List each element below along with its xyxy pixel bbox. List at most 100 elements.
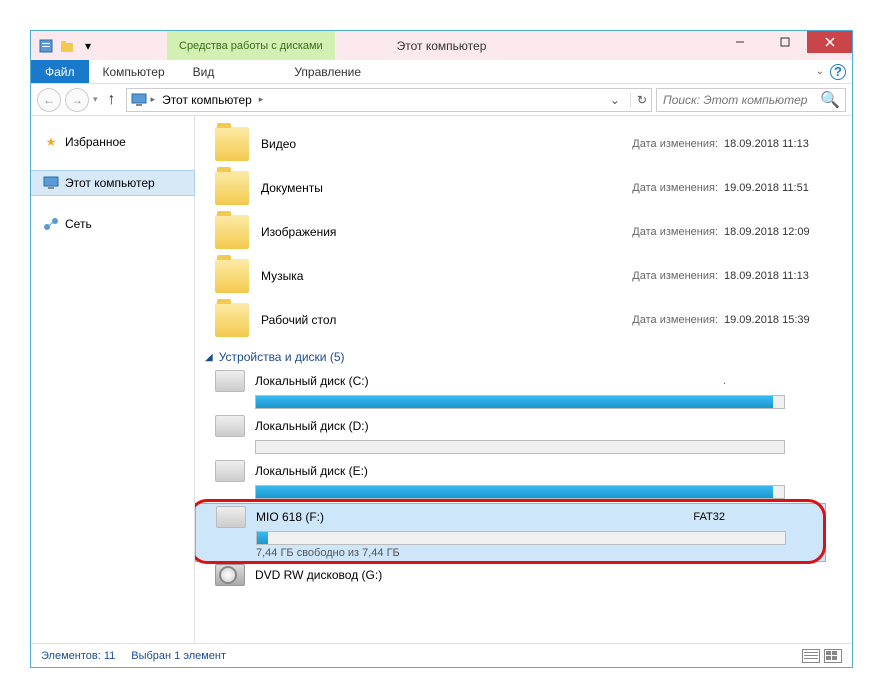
drive-row[interactable]: Локальный диск (D:) [195,413,826,458]
drive-capacity-fill [256,396,773,408]
qat-dropdown-icon[interactable]: ▾ [79,37,97,55]
new-folder-icon[interactable] [58,37,76,55]
folder-meta-label: Дата изменения: [632,226,718,238]
drive-row[interactable]: MIO 618 (F:) FAT32 7,44 ГБ свободно из 7… [195,503,826,562]
maximize-button[interactable] [762,31,807,53]
search-icon[interactable]: 🔍 [820,90,840,110]
statusbar: Элементов: 11 Выбран 1 элемент [31,643,852,667]
content-pane[interactable]: Видео Дата изменения: 18.09.2018 11:13 Д… [195,116,852,643]
dvd-drive-icon [215,564,245,586]
folder-meta-label: Дата изменения: [632,138,718,150]
close-button[interactable] [807,31,852,53]
drive-free-text: 7,44 ГБ свободно из 7,44 ГБ [256,547,825,559]
folder-name: Видео [261,137,561,151]
folder-icon [215,127,249,161]
drive-capacity-bar [256,531,786,545]
sidebar-label: Избранное [65,135,126,149]
view-menu[interactable]: Вид [179,60,229,83]
star-icon: ★ [43,134,59,150]
chevron-right-icon[interactable]: ▸ [151,94,156,105]
menubar: Файл Компьютер Вид Управление ⌄ ? [31,60,852,84]
folder-meta-label: Дата изменения: [632,182,718,194]
window-controls [717,31,852,53]
help-icon[interactable]: ? [830,64,846,80]
properties-icon[interactable] [37,37,55,55]
drive-icon [216,506,246,528]
drive-icon [215,370,245,392]
drive-icon [215,415,245,437]
sidebar: ★ Избранное Этот компьютер Сеть [31,116,195,643]
file-menu[interactable]: Файл [31,60,89,83]
drive-name: DVD RW дисковод (G:) [255,568,382,582]
addr-dropdown-icon[interactable]: ⌄ [610,93,620,107]
drive-capacity-fill [256,486,773,498]
quick-access-toolbar: ▾ [37,37,97,55]
folder-row[interactable]: Музыка Дата изменения: 18.09.2018 11:13 [195,254,834,298]
drive-dot: . [723,375,726,387]
drive-name: Локальный диск (C:) [255,374,369,388]
folder-meta-value: 19.09.2018 11:51 [724,182,834,194]
folder-meta-value: 18.09.2018 11:13 [724,138,834,150]
computer-menu[interactable]: Компьютер [89,60,179,83]
drive-name: Локальный диск (D:) [255,419,369,433]
sidebar-item-favorites[interactable]: ★ Избранное [31,130,194,154]
drive-capacity-fill [257,532,268,544]
folder-meta-label: Дата изменения: [632,314,718,326]
history-dropdown-icon[interactable]: ▾ [93,94,98,105]
folder-meta-value: 19.09.2018 15:39 [724,314,834,326]
folder-name: Документы [261,181,561,195]
folder-row[interactable]: Видео Дата изменения: 18.09.2018 11:13 [195,122,834,166]
sidebar-item-this-pc[interactable]: Этот компьютер [31,170,195,196]
breadcrumb-this-pc[interactable]: Этот компьютер [159,93,255,107]
navbar: ← → ▾ ↑ ▸ Этот компьютер ▸ ⌄ ↻ 🔍 [31,84,852,116]
drive-capacity-bar [255,440,785,454]
drive-filesystem: FAT32 [693,511,725,523]
drive-name: MIO 618 (F:) [256,510,324,524]
search-input[interactable] [663,93,820,107]
folder-row[interactable]: Документы Дата изменения: 19.09.2018 11:… [195,166,834,210]
ribbon-expand-icon[interactable]: ⌄ [816,66,824,77]
folder-name: Изображения [261,225,561,239]
sidebar-label: Этот компьютер [65,176,155,190]
folder-meta-label: Дата изменения: [632,270,718,282]
body: ★ Избранное Этот компьютер Сеть Видео Да… [31,116,852,643]
drive-row[interactable]: Локальный диск (E:) [195,458,826,503]
status-selection: Выбран 1 элемент [131,650,226,662]
forward-button[interactable]: → [65,88,89,112]
group-header-devices[interactable]: ◢ Устройства и диски (5) [205,350,834,364]
sidebar-label: Сеть [65,217,92,231]
folder-meta-value: 18.09.2018 12:09 [724,226,834,238]
chevron-right-icon[interactable]: ▸ [259,94,264,105]
drive-row[interactable]: Локальный диск (C:) . [195,368,826,413]
view-tiles-icon[interactable] [824,649,842,663]
back-button[interactable]: ← [37,88,61,112]
search-box[interactable]: 🔍 [656,88,846,112]
up-button[interactable]: ↑ [102,90,122,110]
window-title: Этот компьютер [397,39,487,53]
folder-row[interactable]: Изображения Дата изменения: 18.09.2018 1… [195,210,834,254]
pc-icon [43,175,59,191]
caret-down-icon[interactable]: ◢ [205,352,213,363]
manage-tab[interactable]: Управление [270,60,385,83]
folder-icon [215,303,249,337]
refresh-icon[interactable]: ↻ [630,93,647,107]
folder-meta-value: 18.09.2018 11:13 [724,270,834,282]
network-icon [43,216,59,232]
sidebar-item-network[interactable]: Сеть [31,212,194,236]
view-details-icon[interactable] [802,649,820,663]
drive-icon [215,460,245,482]
drive-name: Локальный диск (E:) [255,464,368,478]
minimize-button[interactable] [717,31,762,53]
drive-capacity-bar [255,485,785,499]
titlebar[interactable]: ▾ Средства работы с дисками Этот компьют… [31,31,852,60]
drive-capacity-bar [255,395,785,409]
folder-icon [215,215,249,249]
folder-icon [215,259,249,293]
drive-row[interactable]: DVD RW дисковод (G:) [195,562,826,588]
explorer-window: ▾ Средства работы с дисками Этот компьют… [30,30,853,668]
folder-icon [215,171,249,205]
address-bar[interactable]: ▸ Этот компьютер ▸ ⌄ ↻ [126,88,652,112]
group-label: Устройства и диски (5) [219,350,345,364]
folder-row[interactable]: Рабочий стол Дата изменения: 19.09.2018 … [195,298,834,342]
ribbon-context-tab[interactable]: Средства работы с дисками [167,31,335,60]
